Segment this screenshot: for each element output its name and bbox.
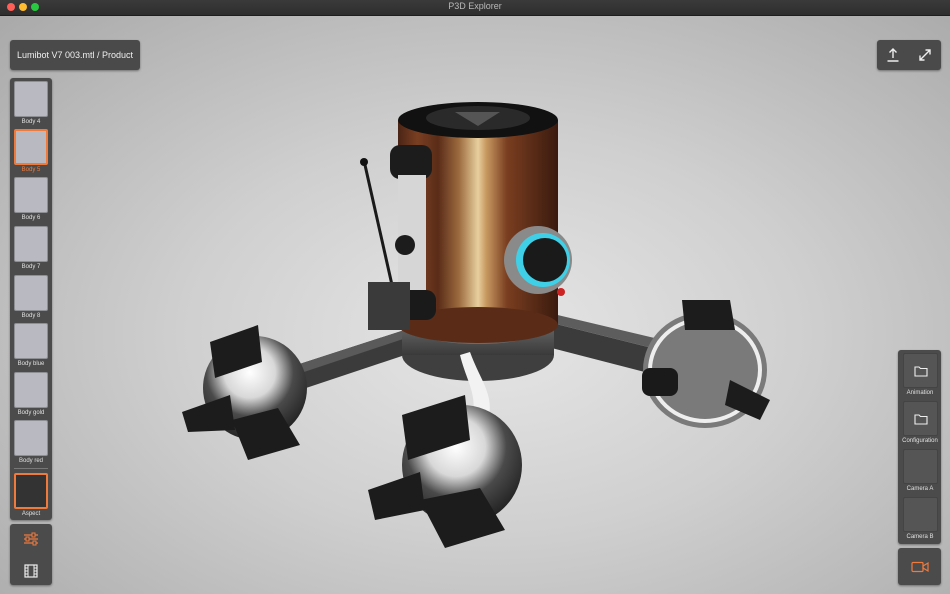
material-panel: Body 4 Body 5 Body 6 Body 7 Body 8 Body … <box>10 78 52 520</box>
camera-b-thumbnail <box>903 497 938 532</box>
material-swatch <box>14 81 48 117</box>
top-right-toolbar <box>877 40 941 70</box>
material-body-8[interactable]: Body 8 <box>13 275 49 323</box>
aspect-button[interactable]: Aspect <box>13 473 49 521</box>
window-title: P3D Explorer <box>448 1 502 11</box>
material-swatch-selected <box>14 129 48 165</box>
scene-panel: Animation Configuration Camera A Camera … <box>898 350 941 544</box>
camera-a-thumbnail <box>903 449 938 484</box>
sliders-icon <box>24 532 38 546</box>
material-body-blue[interactable]: Body blue <box>13 323 49 371</box>
folder-icon <box>913 365 928 377</box>
camera-a-label: Camera A <box>906 486 934 492</box>
camera-b-label: Camera B <box>906 534 934 540</box>
material-body-4[interactable]: Body 4 <box>13 81 49 129</box>
share-button[interactable] <box>883 45 903 65</box>
material-label: Body 5 <box>21 167 41 173</box>
material-body-5[interactable]: Body 5 <box>13 129 49 177</box>
material-swatch <box>14 275 48 311</box>
material-label: Body blue <box>17 361 45 367</box>
material-body-red[interactable]: Body red <box>13 420 49 468</box>
aspect-label: Aspect <box>21 511 41 517</box>
record-camera-button[interactable] <box>898 548 941 585</box>
breadcrumb[interactable]: Lumibot V7 003.mtl / Product <box>10 40 141 70</box>
share-icon <box>887 48 899 62</box>
material-label: Body 8 <box>21 313 41 319</box>
configuration-label: Configuration <box>902 438 938 444</box>
material-body-7[interactable]: Body 7 <box>13 226 49 274</box>
material-body-6[interactable]: Body 6 <box>13 177 49 225</box>
material-label: Body 7 <box>21 264 41 270</box>
fullscreen-icon <box>919 49 931 61</box>
animation-label: Animation <box>906 390 934 396</box>
video-camera-icon <box>910 561 929 572</box>
material-label: Body gold <box>17 410 45 416</box>
aspect-swatch <box>14 473 48 509</box>
film-button[interactable] <box>21 561 41 581</box>
divider <box>14 468 48 469</box>
material-swatch <box>14 420 48 456</box>
camera-b-button[interactable]: Camera B <box>902 497 938 543</box>
material-swatch <box>14 226 48 262</box>
adjustments-button[interactable] <box>21 529 41 549</box>
folder-icon <box>913 413 928 425</box>
animation-box <box>903 353 938 388</box>
material-swatch <box>14 177 48 213</box>
3d-viewport[interactable]: Lumibot V7 003.mtl / Product <box>0 16 950 594</box>
material-label: Body 4 <box>21 119 41 125</box>
material-swatch <box>14 372 48 408</box>
material-swatch <box>14 323 48 359</box>
fullscreen-button[interactable] <box>915 45 935 65</box>
left-tool-panel <box>10 524 52 585</box>
material-label: Body 6 <box>21 215 41 221</box>
material-body-gold[interactable]: Body gold <box>13 372 49 420</box>
configuration-box <box>903 401 938 436</box>
film-icon <box>24 564 38 578</box>
configuration-button[interactable]: Configuration <box>902 401 938 447</box>
title-bar: P3D Explorer <box>0 0 950 16</box>
animation-button[interactable]: Animation <box>902 353 938 399</box>
robot-model <box>182 102 770 548</box>
camera-a-button[interactable]: Camera A <box>902 449 938 495</box>
material-label: Body red <box>18 458 43 464</box>
